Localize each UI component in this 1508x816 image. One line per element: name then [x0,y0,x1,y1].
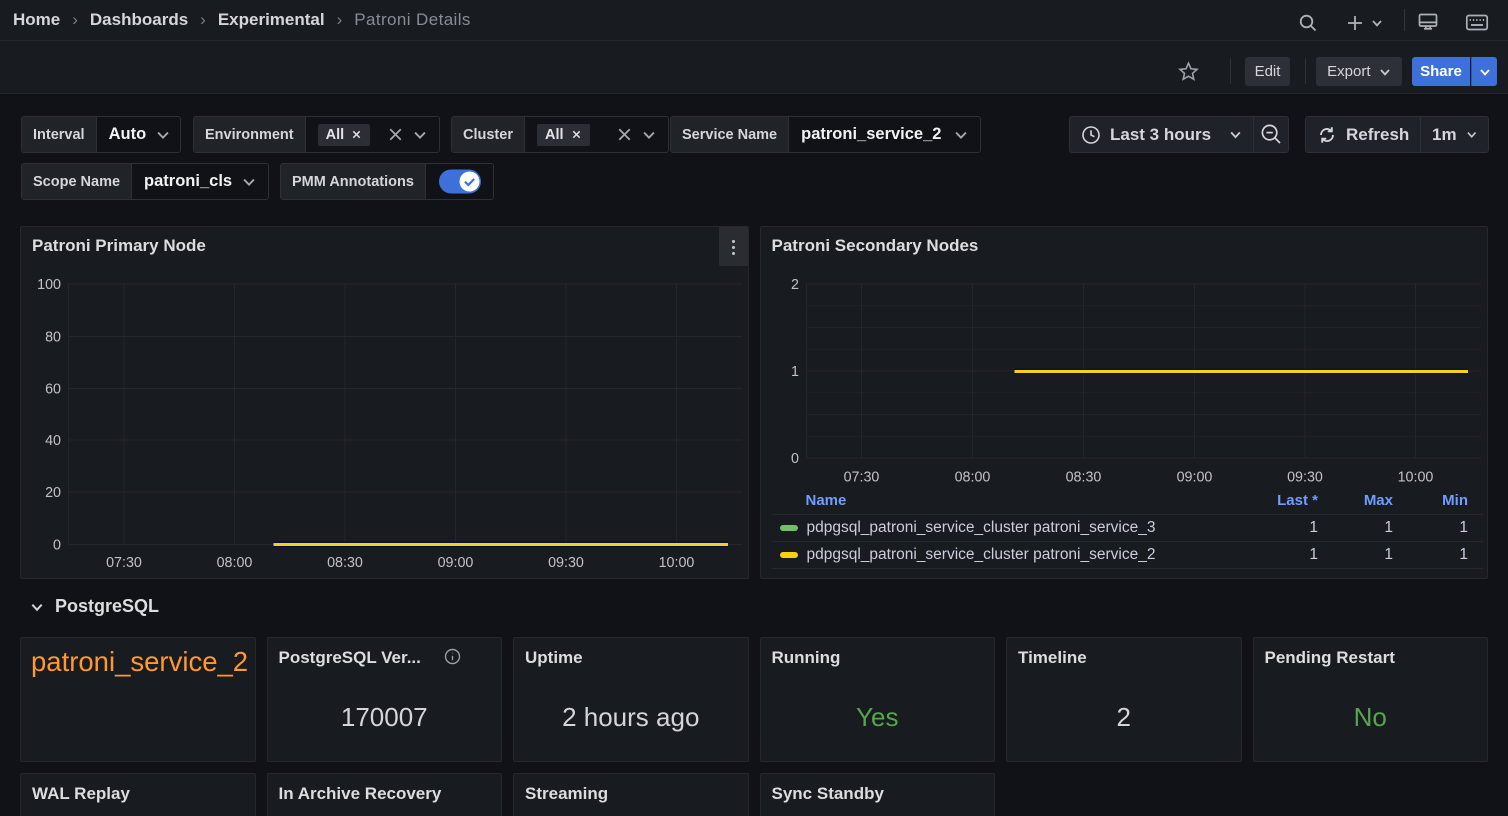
svg-text:07:30: 07:30 [843,470,879,486]
svg-text:2: 2 [791,277,799,293]
svg-text:08:00: 08:00 [217,555,253,571]
svg-text:0: 0 [791,451,799,467]
svg-text:09:30: 09:30 [1287,470,1323,486]
svg-text:08:30: 08:30 [327,555,363,571]
svg-text:08:00: 08:00 [954,470,990,486]
svg-text:09:00: 09:00 [1176,470,1212,486]
svg-text:100: 100 [37,277,61,293]
svg-text:10:00: 10:00 [659,555,695,571]
svg-text:1: 1 [791,364,799,380]
svg-text:60: 60 [45,382,61,398]
svg-text:09:30: 09:30 [548,555,584,571]
svg-text:40: 40 [45,433,61,449]
svg-text:20: 20 [45,485,61,501]
svg-text:80: 80 [45,330,61,346]
svg-text:10:00: 10:00 [1397,470,1433,486]
svg-text:07:30: 07:30 [106,555,142,571]
svg-text:0: 0 [53,538,61,554]
svg-text:09:00: 09:00 [438,555,474,571]
svg-text:08:30: 08:30 [1065,470,1101,486]
